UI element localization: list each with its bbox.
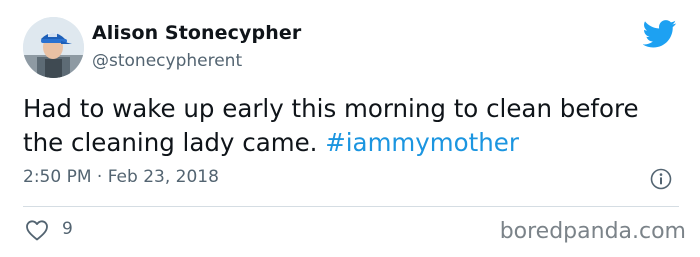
- heart-icon[interactable]: [25, 219, 49, 241]
- hashtag-link[interactable]: #iammymother: [325, 128, 519, 157]
- tweet-timestamp[interactable]: 2:50 PM · Feb 23, 2018: [23, 167, 219, 187]
- watermark: boredpanda.com: [499, 219, 686, 244]
- divider: [23, 206, 679, 207]
- like-count: 9: [62, 219, 73, 239]
- author-handle[interactable]: @stonecypherent: [92, 51, 242, 71]
- tweet-text: Had to wake up early this morning to cle…: [23, 92, 683, 160]
- avatar-photo: [23, 17, 84, 78]
- author-name[interactable]: Alison Stonecypher: [92, 22, 301, 44]
- twitter-bird-icon[interactable]: [643, 20, 677, 48]
- info-icon[interactable]: [650, 168, 672, 190]
- avatar[interactable]: [23, 17, 84, 78]
